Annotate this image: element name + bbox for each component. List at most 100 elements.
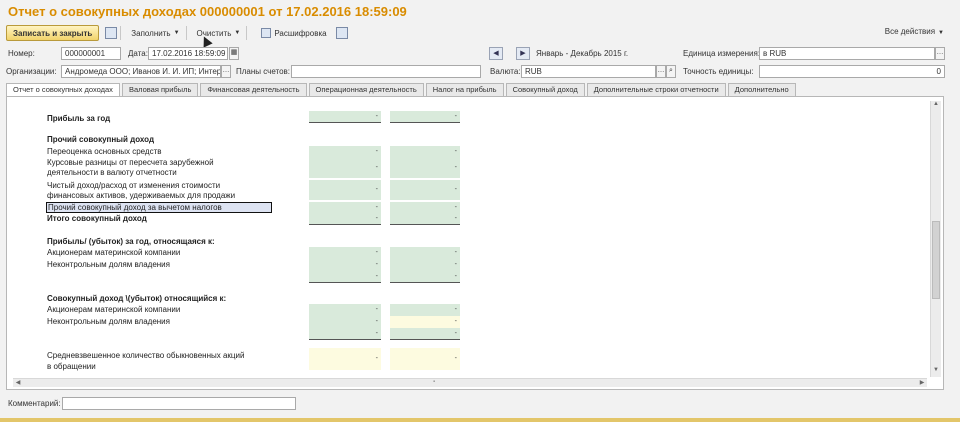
decode-label: Расшифровка	[274, 28, 327, 38]
scroll-grip-icon[interactable]: ▪	[433, 379, 435, 385]
toolbar-separator	[185, 26, 187, 40]
cell-net-2[interactable]: -	[390, 180, 460, 200]
row-net-line1: Чистый доход/расход от изменения стоимос…	[47, 181, 221, 190]
scroll-up-icon[interactable]: ▲	[931, 101, 941, 111]
decode-button[interactable]: Расшифровка	[254, 25, 329, 41]
unit-field[interactable]: в RUB	[759, 47, 935, 60]
save-close-button[interactable]: Записать и закрыть	[6, 25, 100, 41]
currency-field[interactable]: RUB	[521, 65, 656, 78]
date-field[interactable]: 17.02.2016 18:59:09	[148, 47, 228, 60]
cell-revaluation-2[interactable]: -	[390, 146, 460, 158]
currency-label: Валюта:	[490, 67, 521, 76]
cell-fx-1[interactable]: -	[309, 158, 381, 178]
tab-operating-activity[interactable]: Операционная деятельность	[308, 83, 424, 96]
cell-minority-1-b[interactable]: -	[390, 259, 460, 271]
chevron-down-icon: ▼	[234, 30, 241, 36]
row-fx-line2: деятельности в валюту отчетности	[47, 168, 177, 177]
date-label: Дата:	[128, 49, 148, 58]
cell-profit-year-2[interactable]: -	[390, 111, 460, 123]
cell-minority-1-a[interactable]: -	[309, 259, 381, 271]
tab-gross-profit[interactable]: Валовая прибыль	[121, 83, 199, 96]
horizontal-scrollbar[interactable]: ◀ ▪ ▶	[13, 378, 927, 387]
precision-field[interactable]: 0	[759, 65, 945, 78]
chevron-down-icon: ▼	[173, 30, 180, 36]
plans-label: Планы счетов:	[236, 67, 291, 76]
window-title: Отчет о совокупных доходах 000000001 от …	[8, 4, 407, 19]
tab-bar: Отчет о совокупных доходах Валовая прибы…	[6, 83, 954, 96]
scroll-left-icon[interactable]: ◀	[13, 379, 23, 386]
row-fx-line1: Курсовые разницы от пересчета зарубежной	[47, 158, 214, 167]
toolbar-separator	[246, 26, 248, 40]
cell-profit-attr-total-1[interactable]: -	[309, 271, 381, 283]
comment-field[interactable]	[62, 397, 296, 410]
number-field[interactable]: 000000001	[61, 47, 121, 60]
scroll-thumb[interactable]	[932, 221, 940, 299]
toolbar-separator	[120, 26, 122, 40]
row-parent-2: Акционерам материнской компании	[47, 305, 181, 314]
search-icon[interactable]: ⌕	[666, 65, 676, 78]
comment-row: Комментарий:	[6, 397, 306, 411]
row-profit-year: Прибыль за год	[47, 114, 111, 123]
row-revaluation: Переоценка основных средств	[47, 147, 162, 156]
cell-parent-2-b[interactable]: -	[390, 304, 460, 316]
unit-label: Единица измерения:	[683, 49, 761, 58]
decode-icon	[261, 28, 272, 38]
cell-parent-1-b[interactable]: -	[390, 247, 460, 259]
row-net-line2: финансовых активов, удерживаемых для про…	[47, 191, 236, 200]
report-sheet[interactable]: Прибыль за год - - Прочий совокупный дох…	[6, 96, 944, 390]
period-next-icon[interactable]: ▶	[516, 47, 530, 60]
cell-total-ci-1[interactable]: -	[309, 213, 381, 225]
tab-total-income[interactable]: Совокупный доход	[505, 83, 585, 96]
cell-wavg-1[interactable]: -	[309, 348, 381, 370]
row-oci-header: Прочий совокупный доход	[47, 135, 155, 144]
cell-net-1[interactable]: -	[309, 180, 381, 200]
tab-additional-lines[interactable]: Дополнительные строки отчетности	[586, 83, 726, 96]
cell-fx-2[interactable]: -	[390, 158, 460, 178]
period-prev-icon[interactable]: ◀	[489, 47, 503, 60]
cell-revaluation-1[interactable]: -	[309, 146, 381, 158]
tab-comprehensive-income[interactable]: Отчет о совокупных доходах	[6, 83, 120, 96]
row-wavg-line2: в обращении	[47, 362, 96, 371]
all-actions-label: Все действия	[884, 27, 936, 36]
fill-label: Заполнить	[131, 28, 171, 38]
all-actions-menu[interactable]: Все действия ▼	[885, 27, 944, 36]
cell-profit-attr-total-2[interactable]: -	[390, 271, 460, 283]
window-bottom-border	[0, 418, 960, 422]
row-profit-attr: Прибыль/ (убыток) за год, относящаяся к:	[47, 237, 215, 246]
cell-total-ci-2[interactable]: -	[390, 213, 460, 225]
row-oci-net-selected[interactable]: Прочий совокупный доход за вычетом налог…	[46, 202, 272, 213]
save-icon[interactable]	[105, 27, 118, 39]
row-parent-1: Акционерам материнской компании	[47, 248, 181, 257]
fill-button[interactable]: Заполнить ▼	[128, 25, 182, 41]
cell-minority-2-a[interactable]: -	[309, 316, 381, 328]
row-minority-2: Неконтрольным долям владения	[47, 317, 170, 326]
tab-additional[interactable]: Дополнительно	[727, 83, 796, 96]
org-select-icon[interactable]: …	[221, 65, 231, 78]
calendar-icon[interactable]: ▦	[229, 47, 239, 60]
precision-label: Точность единицы:	[683, 67, 754, 76]
row-wavg-line1: Средневзвешенное количество обыкновенных…	[47, 351, 245, 360]
scroll-right-icon[interactable]: ▶	[917, 379, 927, 386]
comment-label: Комментарий:	[8, 399, 61, 408]
vertical-scrollbar[interactable]: ▲ ▼	[930, 101, 941, 377]
cell-ci-attr-total-1[interactable]: -	[309, 328, 381, 340]
header-row-2: Организации: Андромеда ООО; Иванов И. И.…	[6, 65, 954, 79]
currency-select-icon[interactable]: …	[656, 65, 666, 78]
unit-select-icon[interactable]: …	[935, 47, 945, 60]
cell-parent-1-a[interactable]: -	[309, 247, 381, 259]
org-field[interactable]: Андромеда ООО; Иванов И. И. ИП; Интер:	[61, 65, 221, 78]
toolbar: Записать и закрыть Заполнить ▼ Очистить ▼ …	[6, 24, 954, 42]
cell-wavg-2[interactable]: -	[390, 348, 460, 370]
tab-income-tax[interactable]: Налог на прибыль	[425, 83, 504, 96]
org-label: Организации:	[6, 67, 57, 76]
tab-financial-activity[interactable]: Финансовая деятельность	[200, 83, 307, 96]
plans-field[interactable]	[291, 65, 481, 78]
settings-icon[interactable]	[335, 27, 348, 39]
cell-ci-attr-total-2[interactable]: -	[390, 328, 460, 340]
row-total-ci: Итого совокупный доход	[47, 214, 147, 223]
cell-minority-2-b[interactable]: -	[390, 316, 460, 328]
chevron-down-icon: ▼	[938, 30, 944, 36]
scroll-down-icon[interactable]: ▼	[931, 367, 941, 377]
cell-parent-2-a[interactable]: -	[309, 304, 381, 316]
cell-profit-year-1[interactable]: -	[309, 111, 381, 123]
